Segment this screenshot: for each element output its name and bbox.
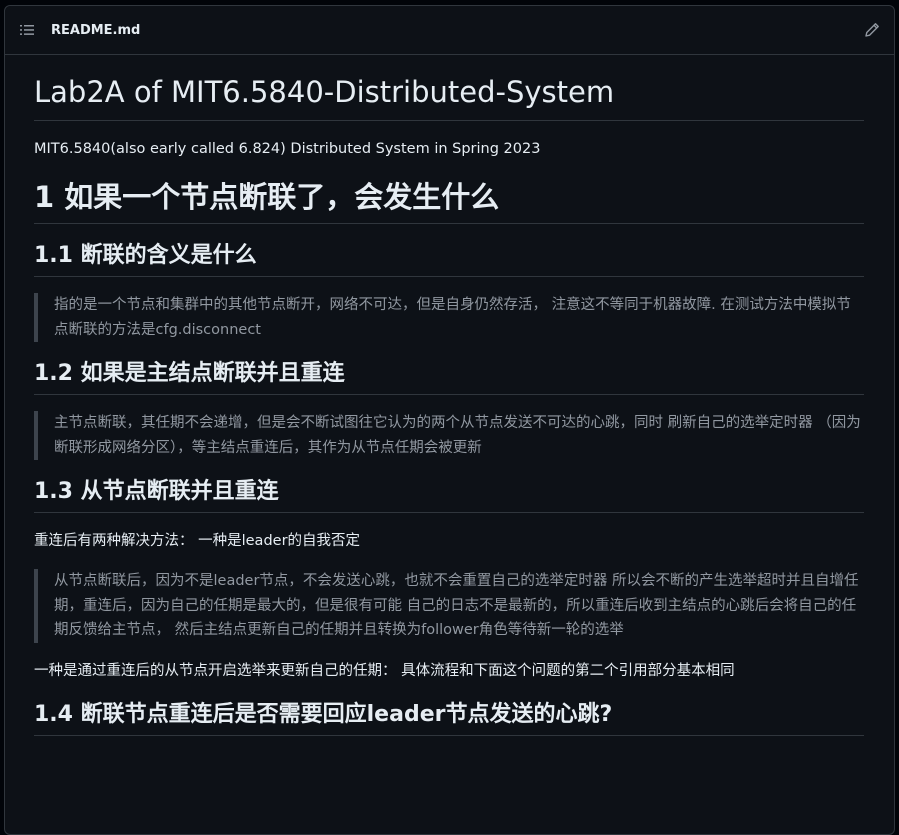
section-1-1-heading: 1.1 断联的含义是什么	[34, 240, 864, 277]
pencil-icon[interactable]	[864, 22, 880, 38]
section-1-4-heading: 1.4 断联节点重连后是否需要回应leader节点发送的心跳?	[34, 699, 864, 736]
file-header: README.md	[5, 6, 894, 55]
blockquote-1-3: 从节点断联后，因为不是leader节点，不会发送心跳，也就不会重置自己的选举定时…	[34, 569, 864, 643]
list-unordered-icon[interactable]	[19, 22, 35, 38]
blockquote-1-2: 主节点断联，其任期不会递增，但是会不断试图往它认为的两个从节点发送不可达的心跳，…	[34, 411, 864, 460]
markdown-body: Lab2A of MIT6.5840-Distributed-System MI…	[34, 66, 864, 736]
section-1-3-heading: 1.3 从节点断联并且重连	[34, 476, 864, 513]
section-1-3-paragraph-1: 重连后有两种解决方法： 一种是leader的自我否定	[34, 533, 361, 549]
page-title: Lab2A of MIT6.5840-Distributed-System	[34, 66, 864, 121]
section-1-2-heading: 1.2 如果是主结点断联并且重连	[34, 358, 864, 395]
intro-paragraph: MIT6.5840(also early called 6.824) Distr…	[34, 141, 541, 157]
readme-panel: README.md Lab2A of MIT6.5840-Distributed…	[4, 5, 895, 835]
file-name[interactable]: README.md	[51, 23, 140, 38]
blockquote-1-1: 指的是一个节点和集群中的其他节点断开，网络不可达，但是自身仍然存活， 注意这不等…	[34, 293, 864, 342]
section-1-heading: 1 如果一个节点断联了，会发生什么	[34, 177, 864, 224]
section-1-3-paragraph-2: 一种是通过重连后的从节点开启选举来更新自己的任期： 具体流程和下面这个问题的第二…	[34, 662, 735, 679]
